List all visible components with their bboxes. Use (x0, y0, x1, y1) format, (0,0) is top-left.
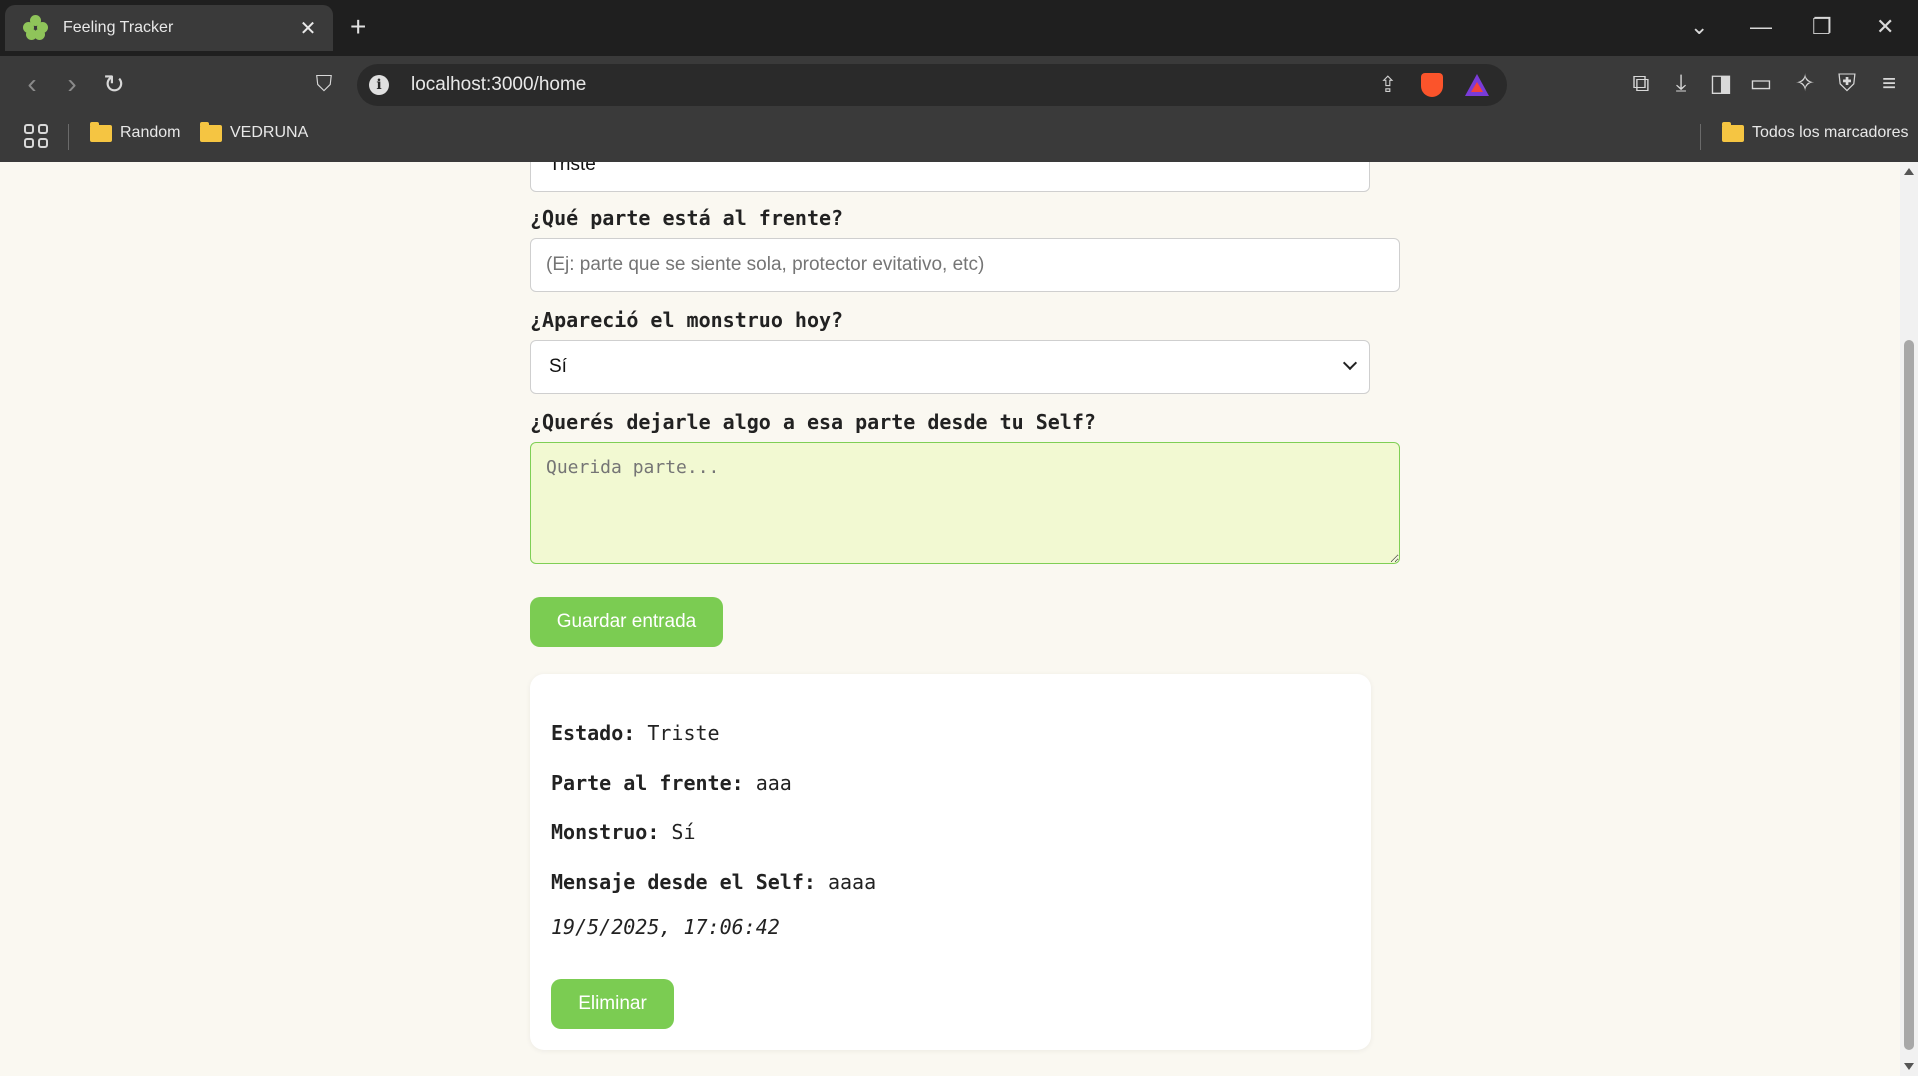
entry-monster-value: Sí (671, 820, 696, 844)
scroll-down-arrow-icon[interactable] (1904, 1063, 1914, 1070)
page-content: Triste ¿Qué parte está al frente? ¿Apare… (0, 162, 1900, 1076)
all-bookmarks-folder[interactable]: Todos los marcadores (1722, 121, 1909, 142)
delete-entry-button[interactable]: Eliminar (551, 979, 674, 1029)
flower-favicon-icon (23, 15, 49, 41)
scroll-up-arrow-icon[interactable] (1904, 168, 1914, 175)
bookmark-label: VEDRUNA (230, 124, 309, 141)
page-scrollbar[interactable] (1900, 162, 1918, 1076)
browser-toolbar: ‹ › ↻ ⛉ i localhost:3000/home ⇪ ⧉ ⤓ ◨ ▭ … (0, 56, 1918, 112)
address-bar[interactable]: i localhost:3000/home ⇪ (357, 64, 1507, 106)
folder-icon (90, 121, 112, 142)
entry-state-label: Estado: (551, 721, 636, 745)
state-select[interactable]: Triste (530, 162, 1370, 192)
restore-icon[interactable]: ❐ (1812, 14, 1832, 40)
vpn-shield-icon[interactable]: ⛨ (1832, 70, 1862, 98)
entry-front-part: Parte al frente: aaa (551, 771, 792, 795)
entry-state: Estado: Triste (551, 721, 720, 745)
tab-search-chevron-icon[interactable]: ⌄ (1690, 14, 1708, 40)
bookmarks-bar: Random VEDRUNA Todos los marcadores (0, 112, 1918, 162)
url-text[interactable]: localhost:3000/home (411, 74, 586, 96)
sidebar-icon[interactable]: ◨ (1706, 70, 1736, 98)
entry-card: Estado: Triste Parte al frente: aaa Mons… (530, 674, 1371, 1050)
state-select-value: Triste (549, 162, 596, 175)
reload-icon[interactable]: ↻ (96, 66, 132, 102)
minimize-icon[interactable]: — (1750, 14, 1772, 40)
wallet-icon[interactable]: ▭ (1746, 70, 1776, 98)
folder-icon (200, 121, 222, 142)
apps-grid-icon[interactable] (24, 124, 48, 148)
divider (1700, 124, 1701, 150)
entry-front-value: aaa (755, 771, 792, 795)
leo-ai-icon[interactable]: ✧ (1790, 70, 1820, 98)
self-message-label: ¿Querés dejarle algo a esa parte desde t… (530, 410, 1096, 434)
brave-shields-icon[interactable] (1421, 73, 1443, 97)
brave-rewards-icon[interactable] (1465, 74, 1489, 96)
bookmark-label: Random (120, 124, 181, 141)
folder-icon (1722, 121, 1744, 142)
bookmark-icon[interactable]: ⛉ (306, 66, 342, 102)
back-icon[interactable]: ‹ (14, 66, 50, 102)
extensions-icon[interactable]: ⧉ (1626, 70, 1656, 98)
window-close-icon[interactable]: ✕ (1876, 14, 1894, 40)
new-tab-icon[interactable]: + (350, 12, 366, 42)
tab-title: Feeling Tracker (63, 19, 174, 36)
save-entry-button[interactable]: Guardar entrada (530, 597, 723, 647)
forward-icon[interactable]: › (54, 66, 90, 102)
scrollbar-thumb[interactable] (1904, 340, 1914, 1050)
menu-icon[interactable]: ≡ (1874, 70, 1904, 98)
downloads-icon[interactable]: ⤓ (1666, 70, 1696, 98)
entry-state-value: Triste (647, 721, 720, 745)
monster-select-value: Sí (549, 356, 567, 377)
front-part-label: ¿Qué parte está al frente? (530, 206, 844, 230)
entry-timestamp: 19/5/2025, 17:06:42 (551, 915, 780, 939)
browser-tab[interactable]: Feeling Tracker ✕ (5, 5, 333, 51)
entry-self-message: Mensaje desde el Self: aaaa (551, 870, 876, 894)
entry-monster: Monstruo: Sí (551, 820, 696, 844)
entry-message-label: Mensaje desde el Self: (551, 870, 816, 894)
bookmark-folder-vedruna[interactable]: VEDRUNA (200, 121, 309, 142)
entry-monster-label: Monstruo: (551, 820, 660, 844)
self-message-textarea[interactable] (530, 442, 1400, 564)
all-bookmarks-label: Todos los marcadores (1752, 124, 1909, 141)
bookmark-folder-random[interactable]: Random (90, 121, 181, 142)
entry-message-value: aaaa (827, 870, 877, 894)
front-part-input[interactable] (530, 238, 1400, 292)
site-info-icon[interactable]: i (369, 75, 389, 95)
monster-label: ¿Apareció el monstruo hoy? (530, 308, 844, 332)
share-icon[interactable]: ⇪ (1379, 72, 1397, 98)
monster-select[interactable]: Sí (530, 340, 1370, 394)
chevron-down-icon (1342, 355, 1358, 371)
browser-tab-strip: Feeling Tracker ✕ + ⌄ — ❐ ✕ (0, 0, 1918, 56)
close-tab-icon[interactable]: ✕ (295, 16, 321, 41)
entry-front-label: Parte al frente: (551, 771, 744, 795)
divider (68, 124, 69, 150)
